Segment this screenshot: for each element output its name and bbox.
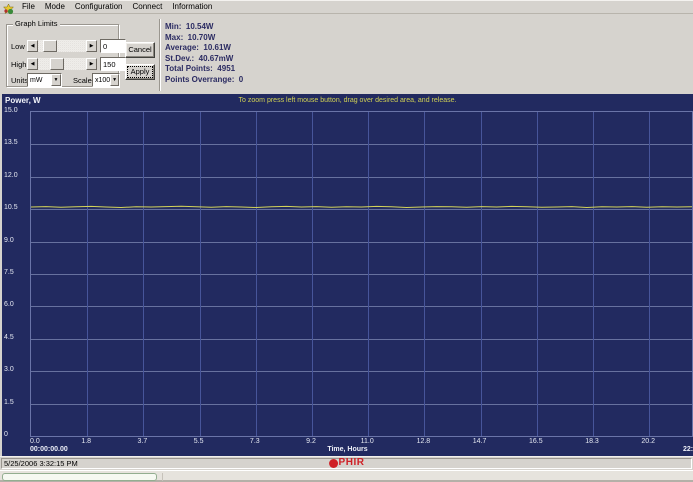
x-tick-label: 20.2: [641, 438, 655, 445]
low-scrollbar[interactable]: ◀ ▶: [27, 40, 97, 52]
y-tick-label: 0: [4, 431, 8, 438]
high-scrollbar[interactable]: ◀ ▶: [27, 58, 97, 70]
menu-bar: FileModeConfigurationConnectInformation: [0, 0, 693, 14]
low-scroll-right-button[interactable]: ▶: [86, 40, 97, 52]
x-tick-label: 3.7: [138, 438, 148, 445]
scale-combobox[interactable]: x100 ▼: [92, 73, 120, 87]
y-tick-label: 12.0: [4, 172, 18, 179]
app-window: FileModeConfigurationConnectInformation …: [0, 0, 693, 482]
time-axis-row: 00:00:00.00 Time, Hours 22:0: [2, 446, 693, 456]
units-value: mW: [28, 77, 51, 84]
end-time-label: 22:0: [683, 446, 693, 453]
high-scroll-right-button[interactable]: ▶: [86, 58, 97, 70]
y-tick-label: 1.5: [4, 399, 14, 406]
units-label: Units: [11, 76, 28, 85]
y-tick-label: 6.0: [4, 301, 14, 308]
low-value-input[interactable]: [100, 39, 126, 53]
x-tick-label: 1.8: [81, 438, 91, 445]
graph-region: Power, W To zoom press left mouse button…: [2, 94, 693, 456]
x-tick-label: 16.5: [529, 438, 543, 445]
x-tick-label: 14.7: [473, 438, 487, 445]
units-dropdown-arrow-icon[interactable]: ▼: [51, 74, 61, 86]
menu-item-connect[interactable]: Connect: [128, 1, 168, 13]
menu-items: FileModeConfigurationConnectInformation: [17, 1, 217, 13]
menu-item-file[interactable]: File: [17, 1, 40, 13]
x-axis-title: Time, Hours: [327, 446, 367, 453]
y-tick-label: 3.0: [4, 366, 14, 373]
low-scroll-track[interactable]: [38, 40, 86, 52]
low-scroll-thumb[interactable]: [43, 40, 57, 52]
ophir-logo-text: PHIR: [339, 458, 365, 468]
cancel-button[interactable]: Cancel: [125, 42, 155, 58]
units-combobox[interactable]: mW ▼: [27, 73, 62, 87]
ophir-logo: PHIR: [329, 458, 365, 468]
y-tick-label: 13.5: [4, 139, 18, 146]
menu-item-mode[interactable]: Mode: [40, 1, 70, 13]
ophir-logo-o-icon: [329, 459, 338, 468]
control-panel: Graph Limits Low ◀ ▶ High ◀ ▶ Units mW ▼…: [0, 15, 693, 94]
stat-total-points: Total Points: 4951: [165, 64, 243, 75]
status-datetime: 5/25/2006 3:32:15 PM: [4, 459, 78, 468]
x-tick-label: 9.2: [306, 438, 316, 445]
stat-min: Min: 10.54W: [165, 22, 243, 33]
stat-st-dev: St.Dev.: 40.67mW: [165, 54, 243, 65]
x-tick-label: 0.0: [30, 438, 40, 445]
stat-max: Max: 10.70W: [165, 33, 243, 44]
scale-dropdown-arrow-icon[interactable]: ▼: [110, 74, 119, 86]
panel-divider: [159, 19, 161, 91]
stat-average: Average: 10.61W: [165, 43, 243, 54]
taskbar-item[interactable]: [2, 473, 157, 481]
x-tick-label: 5.5: [194, 438, 204, 445]
high-scroll-thumb[interactable]: [50, 58, 64, 70]
y-tick-label: 10.5: [4, 204, 18, 211]
low-label: Low: [11, 42, 25, 51]
scale-value: x100: [93, 77, 110, 84]
taskbar-divider: [162, 473, 163, 481]
app-icon[interactable]: [3, 2, 14, 13]
high-scroll-track[interactable]: [38, 58, 86, 70]
x-tick-label: 18.3: [585, 438, 599, 445]
stat-points-overrange: Points Overrange: 0: [165, 75, 243, 86]
y-tick-label: 9.0: [4, 237, 14, 244]
start-time-label: 00:00:00.00: [30, 446, 68, 453]
menu-item-information[interactable]: Information: [167, 1, 217, 13]
x-tick-label: 11.0: [361, 438, 374, 445]
plot-area[interactable]: [30, 111, 693, 437]
y-tick-label: 7.5: [4, 269, 14, 276]
y-tick-label: 15.0: [4, 107, 18, 114]
taskbar-strip: [0, 470, 693, 482]
x-tick-label: 12.8: [417, 438, 431, 445]
zoom-hint-text: To zoom press left mouse button, drag ov…: [239, 97, 457, 104]
low-scroll-left-button[interactable]: ◀: [27, 40, 38, 52]
high-value-input[interactable]: [100, 57, 126, 71]
high-scroll-left-button[interactable]: ◀: [27, 58, 38, 70]
power-trace: [31, 112, 692, 436]
scale-label: Scale: [73, 76, 92, 85]
stats-list: Min: 10.54WMax: 10.70WAverage: 10.61WSt.…: [165, 22, 243, 85]
x-tick-label: 7.3: [250, 438, 260, 445]
status-bar: 5/25/2006 3:32:15 PM PHIR: [0, 456, 693, 470]
menu-item-configuration[interactable]: Configuration: [70, 1, 128, 13]
y-axis-title: Power, W: [5, 96, 41, 105]
high-label: High: [11, 60, 26, 69]
y-tick-label: 4.5: [4, 334, 14, 341]
graph-limits-title: Graph Limits: [13, 19, 60, 28]
apply-button[interactable]: Apply: [125, 64, 155, 80]
